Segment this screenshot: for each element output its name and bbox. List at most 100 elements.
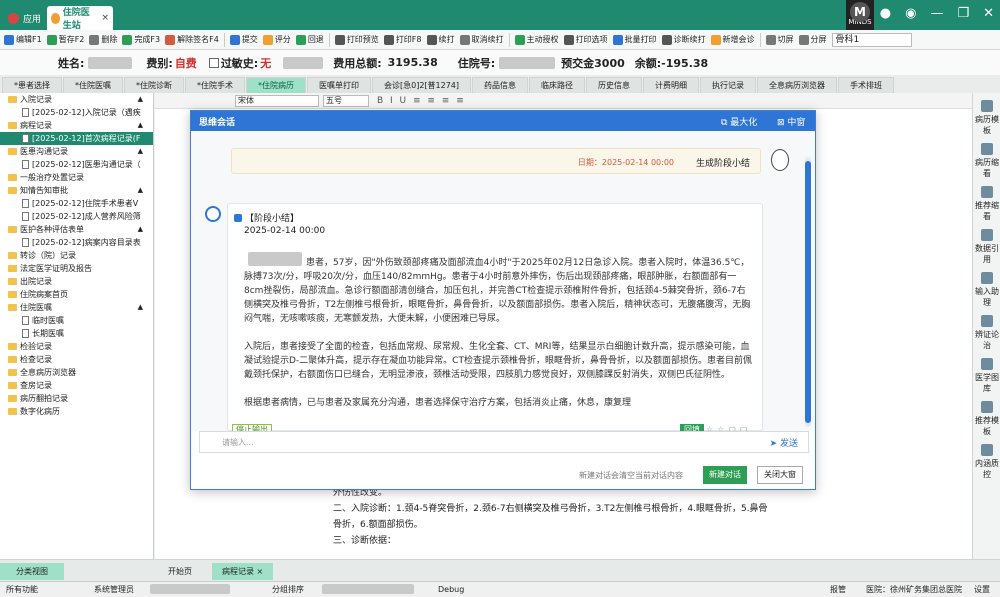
tab-6[interactable]: 会诊[急0]2[普1274]	[372, 77, 472, 93]
tab-4[interactable]: *住院病历	[246, 77, 306, 93]
toolbar-button-4[interactable]: 解除签名F4	[165, 32, 219, 48]
tree-folder[interactable]: 数字化病历	[0, 405, 153, 418]
tree-folder[interactable]: 医护各种评估表单 ▲	[0, 223, 153, 236]
tree-document[interactable]: [2025-02-12]住院手术患者V	[0, 197, 153, 210]
tree-folder[interactable]: 检验记录	[0, 340, 153, 353]
toolbar-button-13[interactable]: 打印选项	[563, 32, 608, 48]
assist-panel-item[interactable]: 辨证论治	[973, 315, 1000, 351]
tab-10[interactable]: 计费明细	[643, 77, 700, 93]
settings-link[interactable]: 设置	[974, 582, 990, 597]
tree-folder[interactable]: 出院记录	[0, 275, 153, 288]
tab-9[interactable]: 历史信息	[586, 77, 643, 93]
font-select[interactable]: 宋体	[235, 95, 319, 107]
toolbar-button-9[interactable]: 打印F8	[383, 32, 422, 48]
toolbar-button-7[interactable]: 回退	[295, 32, 324, 48]
toolbar-button-14[interactable]: 批量打印	[612, 32, 657, 48]
toolbar-button-6[interactable]: 评分	[262, 32, 291, 48]
toolbar-button-1[interactable]: 暂存F2	[46, 32, 84, 48]
assist-panel-item[interactable]: 推荐模板	[973, 401, 1000, 437]
tree-folder[interactable]: 一般治疗处置记录	[0, 171, 153, 184]
tab-7[interactable]: 药品信息	[472, 77, 529, 93]
collapse-arrow-icon[interactable]: ▲	[138, 223, 143, 236]
toolbar-button-10[interactable]: 续打	[426, 32, 455, 48]
chat-input[interactable]: 请输入... ➤ 发送	[199, 431, 809, 453]
toolbar-button-3[interactable]: 完成F3	[122, 32, 160, 48]
assist-panel-item[interactable]: 医学图库	[973, 358, 1000, 394]
format-icons[interactable]: B I U ≡ ≡ ≡ ≡	[377, 96, 466, 106]
new-chat-button[interactable]: 新建对话	[703, 466, 747, 484]
app-tab[interactable]: 应用	[0, 8, 49, 28]
tree-folder[interactable]: 查房记录	[0, 379, 153, 392]
tree-document[interactable]: [2025-02-12]病案内容目录表	[0, 236, 153, 249]
category-view-tab[interactable]: 分类视图	[0, 563, 64, 580]
record-tab[interactable]: 病程记录 ×	[212, 563, 274, 580]
tree-folder[interactable]: 病历翻拍记录	[0, 392, 153, 405]
size-select[interactable]: 五号	[323, 95, 369, 107]
toolbar-button-15[interactable]: 诊断续打	[661, 32, 706, 48]
tab-8[interactable]: 临床路径	[529, 77, 586, 93]
tree-folder[interactable]: 医患沟通记录 ▲	[0, 145, 153, 158]
toolbar-button-5[interactable]: 提交	[229, 32, 258, 48]
allergy-checkbox[interactable]	[208, 57, 219, 68]
tree-document[interactable]: [2025-02-12]首次病程记录(F	[0, 132, 153, 145]
window-close-icon[interactable]: ✕	[983, 6, 994, 21]
tree-document[interactable]: [2025-02-12]成人营养风险筛	[0, 210, 153, 223]
department-select[interactable]: 骨科1	[831, 32, 912, 47]
tree-folder[interactable]: 法定医学证明及报告	[0, 262, 153, 275]
tab-5[interactable]: 医嘱单打印	[307, 77, 371, 93]
close-window-button[interactable]: 关闭大窗	[757, 466, 803, 484]
tree-folder[interactable]: 病程记录 ▲	[0, 119, 153, 132]
collapse-icon[interactable]	[234, 213, 242, 222]
collapse-arrow-icon[interactable]: ▲	[138, 184, 143, 197]
toolbar-button-8[interactable]: 打印预览	[334, 32, 379, 48]
tab-1[interactable]: *住院医嘱	[63, 77, 123, 93]
start-page-tab[interactable]: 开始页	[158, 563, 202, 580]
tree-document[interactable]: 长期医嘱	[0, 327, 153, 340]
assist-panel-item[interactable]: 内涵质控	[973, 444, 1000, 480]
tab-11[interactable]: 执行记录	[700, 77, 757, 93]
toolbar-button-17[interactable]: 切屏	[765, 32, 794, 48]
assist-panel-item[interactable]: 数据引用	[973, 229, 1000, 265]
toolbar-button-16[interactable]: 新增会诊	[710, 32, 755, 48]
tree-folder[interactable]: 入院记录 ▲	[0, 93, 153, 106]
tree-folder[interactable]: 全息病历浏览器	[0, 366, 153, 379]
middle-window-button[interactable]: ⊠ 中窗	[777, 115, 805, 128]
tree-folder[interactable]: 检查记录	[0, 353, 153, 366]
tree-document[interactable]: [2025-02-12]医患沟通记录（	[0, 158, 153, 171]
toolbar-button-12[interactable]: 主动授权	[514, 32, 559, 48]
tab-0[interactable]: *患者选择	[2, 77, 62, 93]
assist-panel-item[interactable]: 病历缩看	[973, 143, 1000, 179]
toolbar-button-2[interactable]: 删除	[89, 32, 117, 48]
tab-13[interactable]: 手术排班	[838, 77, 895, 93]
collapse-arrow-icon[interactable]: ▲	[138, 93, 143, 106]
close-icon[interactable]: ×	[257, 567, 264, 576]
toolbar-button-11[interactable]: 取消续打	[459, 32, 504, 48]
assist-panel-item[interactable]: 推荐缩看	[973, 186, 1000, 222]
minimize-icon[interactable]: —	[930, 6, 943, 21]
tab-inpatient-doctor[interactable]: 住院医生站 ×	[47, 6, 113, 31]
tree-document[interactable]: 临时医嘱	[0, 314, 153, 327]
assist-panel-item[interactable]: 输入助理	[973, 272, 1000, 308]
tab-3[interactable]: *住院手术	[185, 77, 245, 93]
close-icon[interactable]: ×	[101, 13, 109, 23]
tree-folder[interactable]: 转诊（院）记录	[0, 249, 153, 262]
tree-folder[interactable]: 住院病案首页	[0, 288, 153, 301]
collapse-arrow-icon[interactable]: ▲	[138, 119, 143, 132]
maximize-button[interactable]: ⧉ 最大化	[721, 115, 757, 128]
tree-folder[interactable]: 住院医嘱 ▲	[0, 301, 153, 314]
tree-folder[interactable]: 知情告知审批 ▲	[0, 184, 153, 197]
document-body[interactable]: 外伤性改变。 二、入院诊断：1.颈4-5脊突骨折，2.颈6-7右侧横突及椎弓骨折，…	[333, 485, 973, 549]
assist-panel-item[interactable]: 病历模板	[973, 100, 1000, 136]
collapse-arrow-icon[interactable]: ▲	[138, 145, 143, 158]
toolbar-button-0[interactable]: 编辑F1	[4, 32, 42, 48]
chat-icon[interactable]: ●	[880, 6, 891, 21]
restore-icon[interactable]: ❐	[957, 6, 969, 21]
send-button[interactable]: ➤ 发送	[770, 436, 798, 449]
chat-scrollbar[interactable]	[805, 157, 811, 427]
toolbar-button-18[interactable]: 分屏	[798, 32, 827, 48]
collapse-arrow-icon[interactable]: ▲	[138, 301, 143, 314]
user-icon[interactable]: ◉	[905, 6, 916, 21]
tab-12[interactable]: 全息病历浏览器	[757, 77, 838, 93]
tree-document[interactable]: [2025-02-12]入院记录（遇疾	[0, 106, 153, 119]
tab-2[interactable]: *住院诊断	[124, 77, 184, 93]
